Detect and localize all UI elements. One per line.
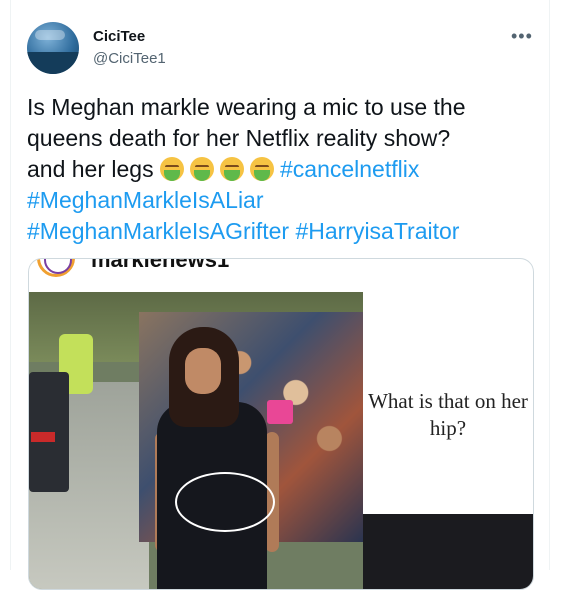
hashtag-link[interactable]: #HarryisaTraitor	[295, 218, 459, 244]
author-handle[interactable]: @CiciTee1	[93, 50, 166, 67]
tweet-card[interactable]: CiciTee @CiciTee1 ••• Is Meghan markle w…	[10, 0, 550, 590]
nauseated-face-icon	[189, 157, 214, 181]
hashtag-link[interactable]: #cancelnetflix	[280, 156, 419, 182]
media-image[interactable]: marklenews1 What is that on her hip?	[28, 258, 534, 590]
tweet-text-line: and her legs #cancelnetflix	[27, 154, 542, 185]
highlight-circle	[175, 472, 275, 532]
more-options-icon[interactable]: •••	[511, 26, 533, 47]
hashtag-link[interactable]: #MeghanMarkleIsAGrifter	[27, 218, 289, 244]
tweet-text-line: #MeghanMarkleIsALiar	[27, 185, 542, 216]
nauseated-face-icon	[219, 157, 244, 181]
hashtag-link[interactable]: #MeghanMarkleIsALiar	[27, 187, 264, 213]
image-caption: What is that on her hip?	[368, 389, 528, 440]
author-name[interactable]: CiciTee	[93, 28, 145, 45]
nauseated-face-icon	[159, 157, 184, 181]
nauseated-face-icon	[249, 157, 274, 181]
caption-panel: What is that on her hip?	[363, 292, 533, 514]
tweet-text: Is Meghan markle wearing a mic to use th…	[27, 92, 542, 247]
event-photo	[29, 292, 363, 589]
author-avatar[interactable]	[27, 22, 79, 74]
source-name: marklenews1	[91, 258, 230, 272]
tweet-text-fragment: and her legs	[27, 156, 160, 182]
tweet-text-line: queens death for her Netflix reality sho…	[27, 125, 451, 151]
source-logo	[37, 259, 75, 277]
tweet-text-line: #MeghanMarkleIsAGrifter #HarryisaTraitor	[27, 216, 542, 247]
tweet-text-line: Is Meghan markle wearing a mic to use th…	[27, 94, 466, 120]
